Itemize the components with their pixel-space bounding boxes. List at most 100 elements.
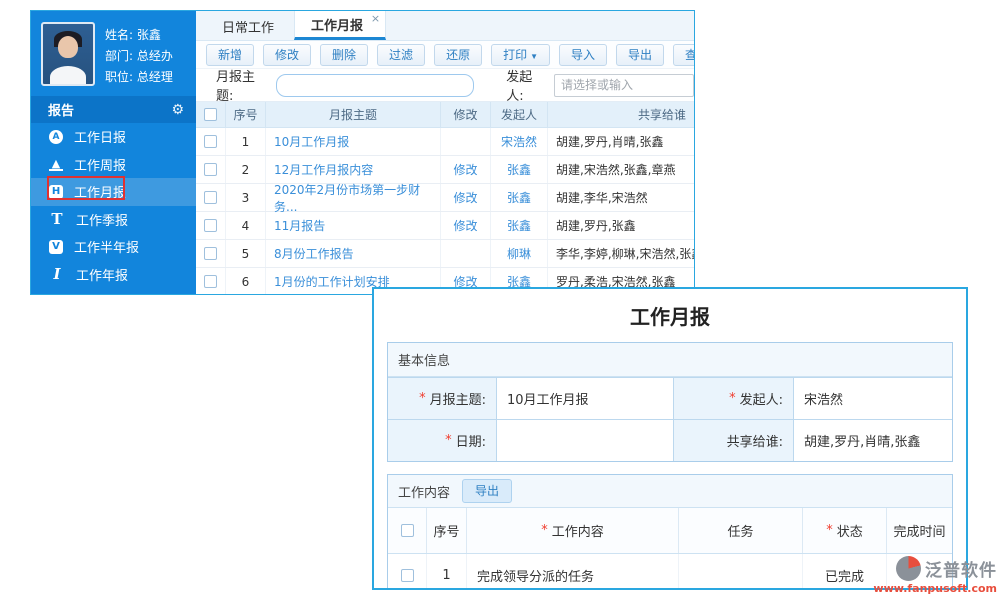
sidebar-item-halfyear-report[interactable]: V 工作半年报 [31, 233, 196, 261]
row-checkbox[interactable] [204, 163, 217, 176]
content-row-checkbox[interactable] [401, 569, 414, 582]
yearly-report-icon: I [49, 266, 65, 282]
gear-icon[interactable]: ⚙ [171, 102, 184, 118]
import-button[interactable]: 导入 [559, 44, 607, 66]
profile-photo [41, 22, 95, 86]
col-header-edit: 修改 [441, 102, 491, 127]
sidebar-item-weekly-report[interactable]: ▲ 工作周报 [31, 151, 196, 179]
sidebar-item-label: 工作月报 [74, 182, 126, 201]
cell-no: 5 [226, 240, 266, 267]
basic-info-header: 基本信息 [388, 343, 952, 377]
app-window: 姓名: 张鑫 部门: 总经办 职位: 总经理 报告 ⚙ A 工作日报 ▲ 工作周… [30, 10, 695, 295]
cell-no: 3 [226, 184, 266, 211]
view-log-button[interactable]: 查看日志 [673, 44, 695, 66]
content-col-content: 工作内容 [466, 508, 678, 553]
sidebar-section-label: 报告 [48, 100, 74, 119]
select-all-checkbox[interactable] [204, 108, 217, 121]
detail-title: 工作月报 [387, 301, 953, 330]
content-table-row[interactable]: 1 完成领导分派的任务 已完成 [388, 554, 952, 590]
cell-sponsor-link[interactable]: 柳琳 [491, 240, 548, 267]
content-select-all-checkbox[interactable] [401, 524, 414, 537]
close-icon[interactable]: × [371, 12, 380, 25]
halfyear-report-icon: V [49, 240, 63, 254]
cell-sponsor-link[interactable]: 宋浩然 [491, 128, 548, 155]
sidebar-item-daily-report[interactable]: A 工作日报 [31, 123, 196, 151]
field-label-share: 共享给谁: [673, 419, 793, 461]
content-export-button[interactable]: 导出 [462, 479, 512, 503]
sidebar: 姓名: 张鑫 部门: 总经办 职位: 总经理 报告 ⚙ A 工作日报 ▲ 工作周… [31, 11, 196, 294]
cell-share: 胡建,李华,宋浩然 [548, 184, 694, 211]
sidebar-item-label: 工作日报 [74, 127, 126, 146]
topic-filter-label: 月报主题: [216, 66, 270, 104]
profile-dept: 部门: 总经办 [105, 46, 173, 67]
field-label-topic: 月报主题: [388, 377, 496, 419]
cell-sponsor-link[interactable]: 张鑫 [491, 156, 548, 183]
cell-topic-link[interactable]: 10月工作月报 [266, 128, 441, 155]
content-table-header: 序号 工作内容 任务 状态 完成时间 [388, 508, 952, 554]
restore-button[interactable]: 还原 [434, 44, 482, 66]
sidebar-item-yearly-report[interactable]: I 工作年报 [31, 261, 196, 289]
tab-monthly-report[interactable]: 工作月报 × [294, 10, 386, 40]
fanpu-logo-icon [896, 556, 921, 581]
row-checkbox[interactable] [204, 275, 217, 288]
profile-card: 姓名: 张鑫 部门: 总经办 职位: 总经理 [31, 11, 196, 96]
delete-button[interactable]: 删除 [320, 44, 368, 66]
content-cell-task [678, 554, 802, 590]
cell-edit-link[interactable] [441, 128, 491, 155]
row-checkbox[interactable] [204, 219, 217, 232]
cell-sponsor-link[interactable]: 张鑫 [491, 184, 548, 211]
col-header-no: 序号 [226, 102, 266, 127]
content-col-status: 状态 [802, 508, 886, 553]
col-header-share: 共享给谁 [548, 102, 694, 127]
add-button[interactable]: 新增 [206, 44, 254, 66]
cell-topic-link[interactable]: 12月工作月报内容 [266, 156, 441, 183]
cell-edit-link[interactable]: 修改 [441, 156, 491, 183]
export-button[interactable]: 导出 [616, 44, 664, 66]
tab-label: 工作月报 [311, 15, 363, 34]
print-label: 打印 [503, 48, 527, 62]
cell-topic-link[interactable]: 2020年2月份市场第一步财务... [266, 184, 441, 211]
tab-label: 日常工作 [222, 17, 274, 36]
chevron-down-icon: ▼ [530, 52, 538, 61]
sidebar-item-quarterly-report[interactable]: T 工作季报 [31, 206, 196, 234]
cell-no: 2 [226, 156, 266, 183]
cell-no: 1 [226, 128, 266, 155]
tab-daily-work[interactable]: 日常工作 [206, 12, 290, 40]
table-row[interactable]: 2 12月工作月报内容 修改 张鑫 胡建,宋浩然,张鑫,章燕 [196, 156, 694, 184]
work-content-section: 工作内容 导出 序号 工作内容 任务 状态 完成时间 1 完成领导分派的任务 已… [387, 474, 953, 590]
cell-edit-link[interactable]: 修改 [441, 184, 491, 211]
cell-share: 胡建,宋浩然,张鑫,章燕 [548, 156, 694, 183]
content-cell-content: 完成领导分派的任务 [466, 554, 678, 590]
field-value-date[interactable] [496, 419, 673, 461]
print-button[interactable]: 打印▼ [491, 44, 550, 66]
topic-filter-input[interactable] [276, 74, 474, 97]
watermark: 泛普软件 www.fanpusoft.com [873, 556, 997, 595]
work-content-header: 工作内容 [398, 482, 450, 501]
cell-sponsor-link[interactable]: 张鑫 [491, 212, 548, 239]
table-row[interactable]: 4 11月报告 修改 张鑫 胡建,罗丹,张鑫 [196, 212, 694, 240]
main-panel: 日常工作 工作月报 × 新增 修改 删除 过滤 还原 打印▼ 导入 导出 查看日… [196, 11, 694, 294]
sponsor-filter-input[interactable] [554, 74, 694, 97]
cell-topic-link[interactable]: 11月报告 [266, 212, 441, 239]
table-row[interactable]: 1 10月工作月报 宋浩然 胡建,罗丹,肖晴,张鑫 [196, 128, 694, 156]
cell-topic-link[interactable]: 8月份工作报告 [266, 240, 441, 267]
sponsor-filter-label: 发起人: [506, 66, 548, 104]
filter-bar: 月报主题: 发起人: [196, 69, 694, 102]
row-checkbox[interactable] [204, 191, 217, 204]
table-row[interactable]: 5 8月份工作报告 柳琳 李华,李婷,柳琳,宋浩然,张鑫 [196, 240, 694, 268]
table-row[interactable]: 3 2020年2月份市场第一步财务... 修改 张鑫 胡建,李华,宋浩然 [196, 184, 694, 212]
modify-button[interactable]: 修改 [263, 44, 311, 66]
field-value-sponsor[interactable]: 宋浩然 [793, 377, 952, 419]
row-checkbox[interactable] [204, 135, 217, 148]
filter-button[interactable]: 过滤 [377, 44, 425, 66]
sidebar-section-reports: 报告 ⚙ [31, 96, 196, 123]
row-checkbox[interactable] [204, 247, 217, 260]
sidebar-item-monthly-report[interactable]: H 工作月报 [31, 178, 196, 206]
quarterly-report-icon: T [49, 211, 65, 227]
field-value-topic[interactable]: 10月工作月报 [496, 377, 673, 419]
cell-edit-link[interactable]: 修改 [441, 212, 491, 239]
sidebar-item-label: 工作周报 [74, 155, 126, 174]
cell-edit-link[interactable] [441, 240, 491, 267]
field-value-share[interactable]: 胡建,罗丹,肖晴,张鑫 [793, 419, 952, 461]
monthly-report-detail-panel: 工作月报 基本信息 月报主题: 10月工作月报 发起人: 宋浩然 日期: 共享给… [372, 287, 968, 590]
